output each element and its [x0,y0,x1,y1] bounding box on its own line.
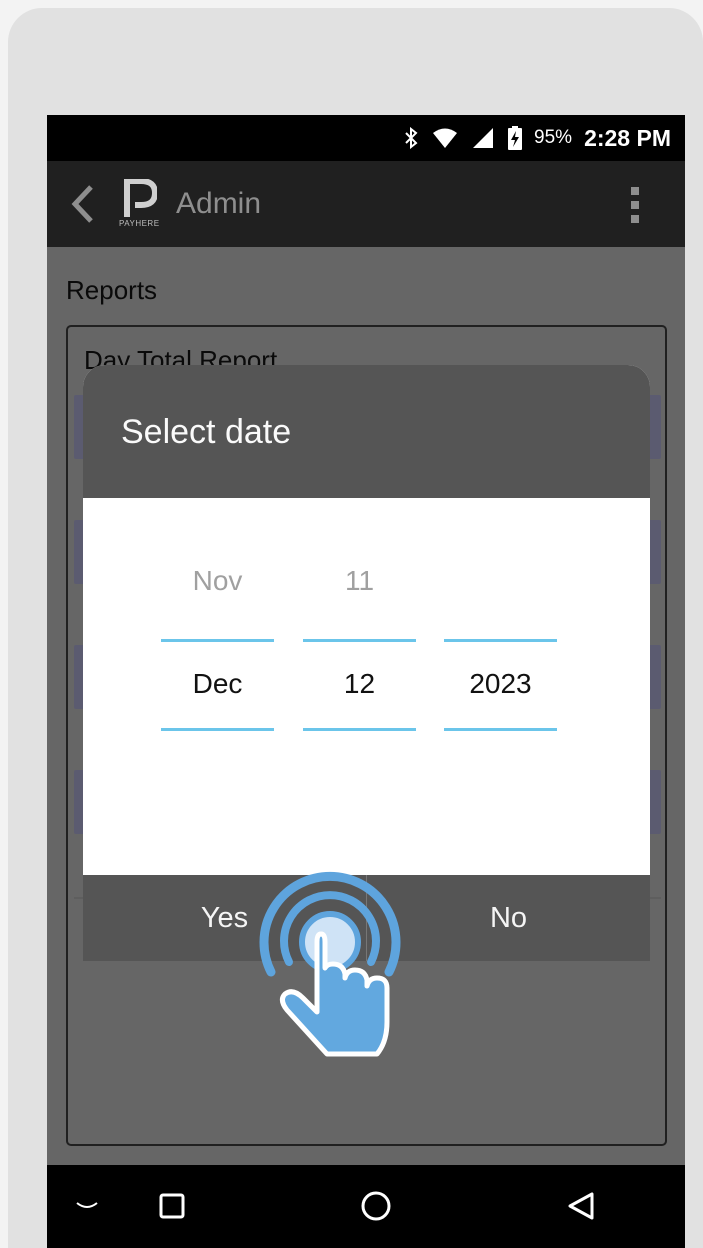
day-bottom-line [303,728,416,731]
year-selected[interactable]: 2023 [444,668,557,700]
wifi-icon [432,127,458,149]
dialog-title: Select date [121,413,292,451]
app-bar: PAYHERE Admin [47,161,685,247]
logo-text: PAYHERE [119,219,160,228]
battery-percent: 95% [534,127,573,148]
tap-gesture-icon [259,871,401,1057]
payhere-logo-mark [124,179,157,217]
app-bar-title: Admin [176,187,262,220]
cell-signal-icon [472,127,494,149]
dialog-header: Select date [83,365,650,498]
status-bar: 95% 2:28 PM [47,115,685,161]
day-top-line [303,639,416,642]
month-top-line [161,639,274,642]
back-icon[interactable] [559,1183,603,1229]
battery-charging-icon [508,126,523,150]
year-top-line [444,639,557,642]
home-icon[interactable] [353,1183,399,1229]
more-vert-icon[interactable] [627,185,643,225]
day-selected[interactable]: 12 [303,668,416,700]
chevron-left-icon[interactable] [67,183,97,225]
payhere-logo: PAYHERE [119,179,163,231]
month-selected[interactable]: Dec [161,668,274,700]
navigation-bar [47,1165,685,1248]
month-previous[interactable]: Nov [161,565,274,597]
recents-icon[interactable] [150,1183,194,1229]
date-picker: Nov Dec 11 12 2023 [83,498,650,875]
no-button[interactable]: No [367,875,650,961]
section-title: Reports [66,275,158,305]
hide-keyboard-icon[interactable] [67,1183,107,1229]
bluetooth-icon [404,127,418,149]
day-previous[interactable]: 11 [303,565,416,597]
status-time: 2:28 PM [584,124,671,151]
year-bottom-line [444,728,557,731]
month-bottom-line [161,728,274,731]
